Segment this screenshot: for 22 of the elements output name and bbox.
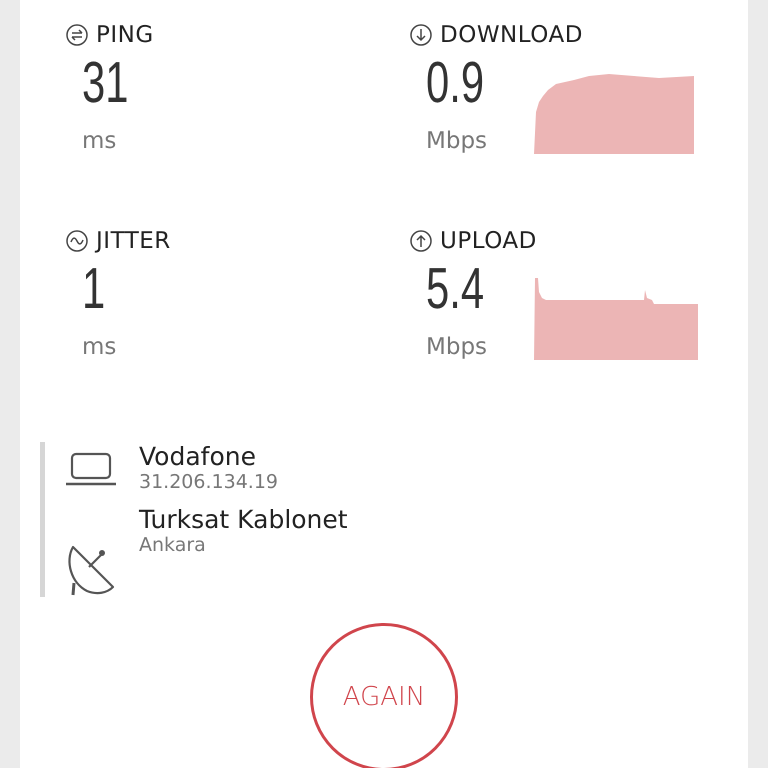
metric-label: JITTER (96, 228, 171, 254)
upload-icon (410, 230, 432, 252)
metric-unit: ms (82, 334, 118, 360)
metric-label: UPLOAD (440, 228, 537, 254)
download-icon (410, 24, 432, 46)
provider-name: Turksat Kablonet (139, 505, 348, 534)
ip-address: 31.206.134.19 (139, 471, 278, 493)
exchange-icon (66, 24, 88, 46)
metric-value: 31 (82, 50, 128, 116)
metric-value: 1 (82, 256, 106, 322)
server-location: Ankara (139, 534, 207, 556)
metric-unit: Mbps (426, 334, 488, 360)
laptop-icon (65, 450, 117, 486)
metric-label: PING (96, 22, 154, 48)
again-button[interactable]: AGAIN (310, 623, 458, 768)
metric-unit: ms (82, 128, 118, 154)
provider-name: Vodafone (139, 442, 257, 471)
metric-unit: Mbps (426, 128, 488, 154)
metric-label: DOWNLOAD (440, 22, 583, 48)
metric-value: 0.9 (426, 50, 484, 116)
metric-value: 5.4 (426, 256, 484, 322)
wave-icon (66, 230, 88, 252)
